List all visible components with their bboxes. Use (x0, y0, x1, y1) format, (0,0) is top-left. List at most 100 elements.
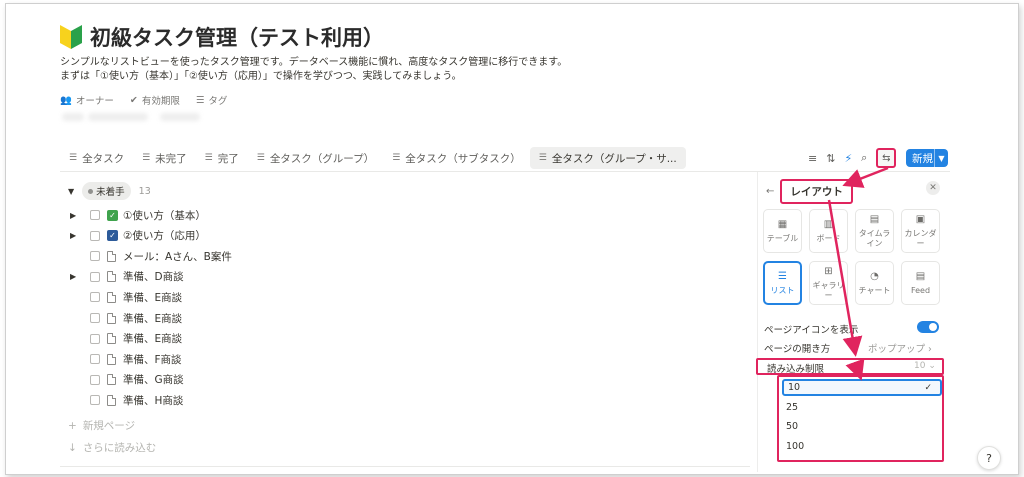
chart-icon: ◔ (870, 270, 879, 282)
list-item[interactable]: 準備、F商談 (70, 350, 182, 368)
list-item[interactable]: 準備、E商談 (70, 288, 182, 306)
layout-option[interactable]: ⊞ ギャラリー (809, 261, 848, 305)
document-icon (107, 250, 116, 262)
list-item-title: 準備、E商談 (123, 312, 183, 325)
filter-icon[interactable]: ≡ (808, 152, 817, 165)
list-item[interactable]: 準備、H商談 (70, 391, 183, 409)
row-checkbox[interactable] (90, 271, 100, 282)
property-expiry[interactable]: ✔ 有効期限 (129, 93, 180, 108)
load-more-button[interactable]: ↓ さらに読み込む (68, 440, 156, 455)
row-checkbox[interactable] (90, 333, 100, 344)
list-icon: ☰ (256, 153, 265, 163)
toggle-icon[interactable]: ▶ (70, 272, 84, 281)
blurred-value (160, 113, 200, 121)
list-icon: ☰ (204, 153, 213, 163)
page-title-text: 初級タスク管理（テスト利用） (90, 26, 384, 50)
document-icon (107, 271, 116, 283)
calendar-icon: ▣ (915, 213, 926, 225)
feed-icon: ▤ (915, 270, 926, 282)
document-icon (107, 394, 116, 406)
list-item-title: メール：Aさん、B案件 (123, 250, 232, 263)
list-icon: ☰ (392, 153, 401, 163)
open-page-value[interactable]: ポップアップ › (868, 341, 932, 355)
blurred-value (88, 113, 148, 121)
layout-option-label: ギャラリー (812, 280, 845, 300)
layout-option[interactable]: ◔ チャート (855, 261, 894, 305)
help-icon[interactable]: ? (977, 446, 1001, 470)
document-icon (107, 312, 116, 324)
property-bar: 👥 オーナー ✔ 有効期限 ☰ タグ (60, 93, 228, 108)
document-icon (107, 291, 116, 303)
tab-all-tasks-subtask[interactable]: ☰ 全タスク（サブタスク） (383, 147, 530, 169)
row-checkbox[interactable] (90, 292, 100, 303)
gallery-icon: ⊞ (824, 265, 833, 277)
layout-option-label: ボード (816, 233, 841, 243)
tab-all-tasks-group-sub[interactable]: ☰ 全タスク（グループ・サ... (529, 147, 686, 169)
layout-option[interactable]: ▤ Feed (901, 261, 940, 305)
property-tag[interactable]: ☰ タグ (195, 93, 228, 108)
layout-option[interactable]: ▦ テーブル (763, 209, 802, 253)
list-icon: ☰ (142, 153, 151, 163)
layout-option-label: カレンダー (904, 228, 937, 248)
list-icon: ☰ (195, 94, 205, 106)
tab-complete[interactable]: ☰ 完了 (196, 147, 248, 169)
list-item[interactable]: ▶ ✓ ①使い方（基本） (70, 206, 206, 224)
load-limit-option[interactable]: 25 (782, 399, 942, 416)
toggle-icon[interactable]: ▶ (70, 231, 84, 240)
list-item[interactable]: 準備、G商談 (70, 371, 184, 389)
layout-option[interactable]: ▥ ボード (809, 209, 848, 253)
list-item[interactable]: メール：Aさん、B案件 (70, 247, 232, 265)
list-item[interactable]: ▶ ✓ ②使い方（応用） (70, 227, 206, 245)
panel-header: ← レイアウト (766, 179, 853, 204)
list-item[interactable]: ▶ 準備、D商談 (70, 268, 184, 286)
search-icon[interactable]: ⌕ (861, 151, 867, 165)
layout-option[interactable]: ☰ リスト (763, 261, 802, 305)
list-item[interactable]: 準備、E商談 (70, 330, 182, 348)
layout-option[interactable]: ▣ カレンダー (901, 209, 940, 253)
list-item-title: 準備、E商談 (123, 333, 183, 346)
document-icon (107, 353, 116, 365)
open-page-label: ページの開き方 (764, 344, 831, 355)
list-icon: ☰ (538, 153, 547, 163)
row-checkbox[interactable] (90, 354, 100, 365)
group-header[interactable]: ▼ 未着手 13 (68, 182, 151, 200)
load-limit-option[interactable]: 10 ✓ (782, 379, 942, 396)
timeline-icon: ▤ (869, 213, 880, 225)
property-owner[interactable]: 👥 オーナー (60, 93, 114, 108)
new-page-button[interactable]: + 新規ページ (68, 418, 135, 433)
row-checkbox[interactable] (90, 395, 100, 406)
show-page-icon-toggle[interactable] (917, 321, 939, 333)
page-description-line2: まずは「①使い方（基本）」「②使い方（応用）」で操作を学びつつ、実践してみましょ… (60, 71, 462, 82)
back-arrow-icon[interactable]: ← (766, 186, 774, 197)
new-button[interactable]: 新規 ▼ (906, 149, 948, 167)
row-checkbox[interactable] (90, 210, 100, 220)
close-icon[interactable]: ✕ (926, 181, 940, 195)
row-checkbox[interactable] (90, 374, 100, 385)
list-item[interactable]: 準備、E商談 (70, 309, 182, 327)
toggle-down-icon[interactable]: ▼ (68, 187, 74, 196)
toggle-icon[interactable]: ▶ (70, 211, 84, 220)
divider (60, 466, 750, 467)
settings-sliders-button[interactable]: ⇆ (876, 148, 897, 168)
tab-all-tasks[interactable]: ☰ 全タスク (60, 147, 133, 169)
sliders-icon: ⇆ (882, 152, 891, 164)
row-checkbox[interactable] (90, 230, 100, 241)
chevron-down-icon[interactable]: ▼ (934, 149, 948, 167)
page-title: 初級タスク管理（テスト利用） (60, 22, 384, 52)
list-icon: ☰ (778, 270, 787, 282)
row-checkbox[interactable] (90, 313, 100, 323)
tab-incomplete[interactable]: ☰ 未完了 (133, 147, 196, 169)
layout-option-label: リスト (770, 285, 795, 295)
layout-option-label: テーブル (766, 233, 799, 243)
status-badge: 未着手 (82, 182, 131, 200)
load-limit-option[interactable]: 50 (782, 418, 942, 435)
tab-all-tasks-group[interactable]: ☰ 全タスク（グループ） (248, 147, 383, 169)
check-badge-icon: ✔ (129, 94, 138, 106)
load-limit-option[interactable]: 100 (782, 438, 942, 455)
automation-bolt-icon[interactable]: ⚡ (844, 152, 852, 165)
list-item-title: 準備、F商談 (123, 353, 182, 366)
sort-icon[interactable]: ⇅ (826, 152, 835, 165)
layout-option[interactable]: ▤ タイムライン (855, 209, 894, 253)
row-checkbox[interactable] (90, 251, 100, 262)
list-item-title: ②使い方（応用） (123, 230, 206, 243)
